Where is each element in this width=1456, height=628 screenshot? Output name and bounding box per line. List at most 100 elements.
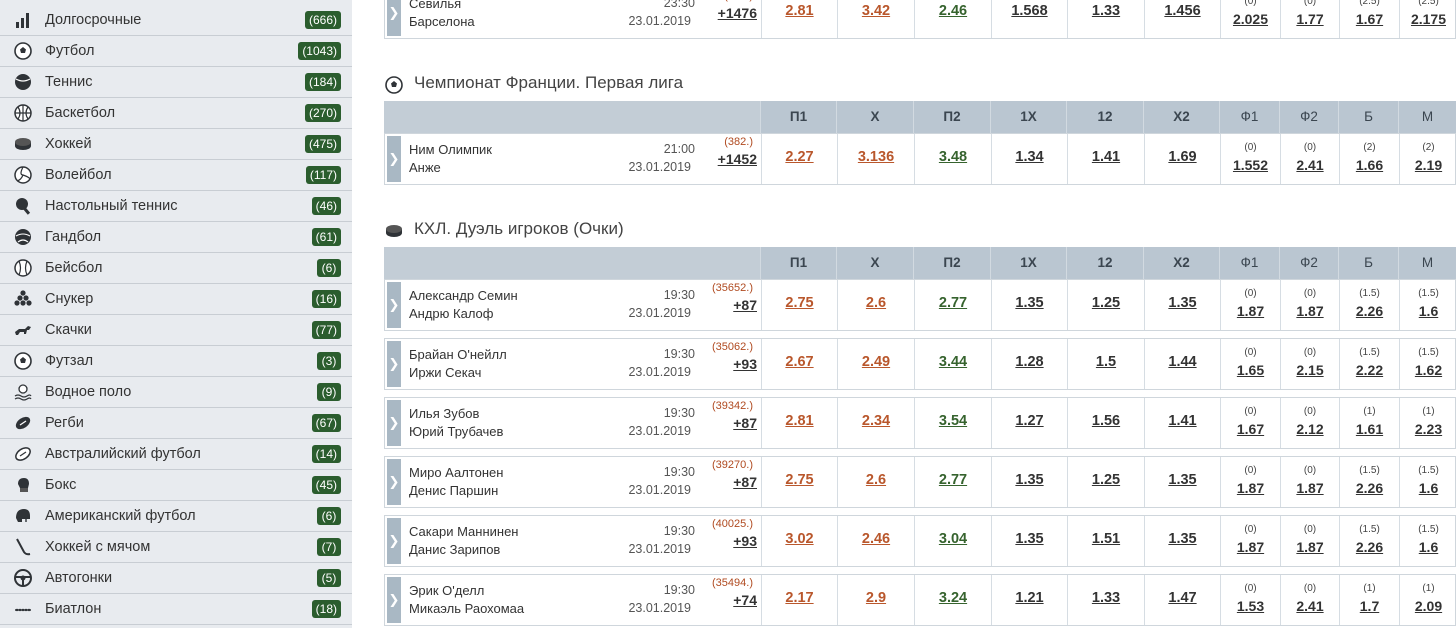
odd-cell-Х2[interactable]: 1.44 — [1144, 339, 1220, 389]
odd-value[interactable]: 2.175 — [1400, 11, 1456, 27]
sidebar-item-boxing-glove[interactable]: Бокс (45) — [0, 470, 352, 501]
odd-cell-12[interactable]: 1.5 — [1067, 339, 1144, 389]
odd-value[interactable]: 3.24 — [915, 590, 991, 606]
odd-cell-Х2[interactable]: 1.41 — [1144, 398, 1220, 448]
odd-value[interactable]: 1.41 — [1068, 149, 1144, 165]
odd-cell-П1[interactable]: 2.27 — [761, 134, 837, 184]
odd-value[interactable]: 2.26 — [1340, 303, 1399, 319]
odd-cell-12[interactable]: 1.51 — [1067, 516, 1144, 566]
odd-cell-Ф1[interactable]: (0) 1.87 — [1220, 457, 1280, 507]
odd-cell-Х[interactable]: 3.42 — [837, 0, 914, 38]
sidebar-item-biathlon[interactable]: Биатлон (18) — [0, 594, 352, 625]
odd-cell-1Х[interactable]: 1.34 — [991, 134, 1067, 184]
odd-cell-М[interactable]: (1.5) 1.62 — [1399, 339, 1456, 389]
team-away-name[interactable]: Андрю Калоф — [409, 306, 494, 321]
odd-value[interactable]: 2.22 — [1340, 362, 1399, 378]
sidebar-item-basketball[interactable]: Баскетбол (270) — [0, 98, 352, 129]
odd-cell-П2[interactable]: 2.77 — [914, 280, 991, 330]
odd-value[interactable]: 1.87 — [1281, 303, 1339, 319]
odd-value[interactable]: 2.26 — [1340, 480, 1399, 496]
league-title[interactable]: Чемпионат Франции. Первая лига — [414, 73, 683, 93]
odd-cell-Х2[interactable]: 1.69 — [1144, 134, 1220, 184]
odd-value[interactable]: 1.44 — [1145, 354, 1220, 370]
odd-cell-Ф2[interactable]: (0) 2.41 — [1280, 134, 1339, 184]
odd-cell-Ф2[interactable]: (0) 1.77 — [1280, 0, 1339, 38]
odd-cell-Х[interactable]: 2.6 — [837, 280, 914, 330]
team-home-name[interactable]: Илья Зубов — [409, 406, 479, 421]
odd-value[interactable]: 2.81 — [762, 3, 837, 19]
odd-cell-П2[interactable]: 3.24 — [914, 575, 991, 625]
odd-cell-М[interactable]: (1.5) 1.6 — [1399, 516, 1456, 566]
odd-value[interactable]: 2.025 — [1221, 11, 1280, 27]
odd-cell-П1[interactable]: 3.02 — [761, 516, 837, 566]
odd-cell-Ф1[interactable]: (0) 1.65 — [1220, 339, 1280, 389]
odd-cell-Х2[interactable]: 1.35 — [1144, 280, 1220, 330]
team-home-name[interactable]: Брайан О'нейлл — [409, 347, 507, 362]
odd-value[interactable]: 1.51 — [1068, 531, 1144, 547]
odd-cell-Ф1[interactable]: (0) 1.87 — [1220, 516, 1280, 566]
sidebar-item-aussie-football[interactable]: Австралийский футбол (14) — [0, 439, 352, 470]
odd-value[interactable]: 2.6 — [838, 472, 914, 488]
sidebar-item-horse-racing[interactable]: Скачки (77) — [0, 315, 352, 346]
odd-cell-Ф2[interactable]: (0) 1.87 — [1280, 457, 1339, 507]
expand-row-chevron-icon[interactable]: ❯ — [387, 400, 401, 446]
odd-cell-М[interactable]: (1.5) 1.6 — [1399, 280, 1456, 330]
odd-value[interactable]: 2.81 — [762, 413, 837, 429]
odd-value[interactable]: 1.7 — [1340, 598, 1399, 614]
odd-cell-Ф2[interactable]: (0) 2.15 — [1280, 339, 1339, 389]
odd-value[interactable]: 2.9 — [838, 590, 914, 606]
odd-value[interactable]: 2.77 — [915, 472, 991, 488]
odd-value[interactable]: 1.56 — [1068, 413, 1144, 429]
odd-value[interactable]: 1.456 — [1145, 3, 1220, 19]
more-markets-link[interactable]: +87 — [733, 415, 757, 431]
more-markets-link[interactable]: +1452 — [718, 151, 757, 167]
odd-value[interactable]: 1.66 — [1340, 157, 1399, 173]
odd-value[interactable]: 1.69 — [1145, 149, 1220, 165]
odd-cell-Х2[interactable]: 1.35 — [1144, 457, 1220, 507]
odd-value[interactable]: 1.6 — [1400, 303, 1456, 319]
odd-value[interactable]: 1.25 — [1068, 472, 1144, 488]
odd-cell-Х2[interactable]: 1.456 — [1144, 0, 1220, 38]
odd-value[interactable]: 1.33 — [1068, 590, 1144, 606]
odd-value[interactable]: 2.23 — [1400, 421, 1456, 437]
odd-cell-Б[interactable]: (1.5) 2.26 — [1339, 516, 1399, 566]
more-markets-link[interactable]: +1476 — [718, 5, 757, 21]
sidebar-item-steering-wheel[interactable]: Автогонки (5) — [0, 563, 352, 594]
expand-row-chevron-icon[interactable]: ❯ — [387, 0, 401, 36]
odd-value[interactable]: 1.53 — [1221, 598, 1280, 614]
odd-cell-П2[interactable]: 3.44 — [914, 339, 991, 389]
odd-cell-П1[interactable]: 2.81 — [761, 398, 837, 448]
more-markets-link[interactable]: +74 — [733, 592, 757, 608]
odd-cell-Б[interactable]: (1) 1.61 — [1339, 398, 1399, 448]
odd-cell-1Х[interactable]: 1.28 — [991, 339, 1067, 389]
odd-cell-1Х[interactable]: 1.35 — [991, 280, 1067, 330]
odd-value[interactable]: 2.34 — [838, 413, 914, 429]
odd-value[interactable]: 1.35 — [992, 531, 1067, 547]
odd-cell-П1[interactable]: 2.67 — [761, 339, 837, 389]
expand-row-chevron-icon[interactable]: ❯ — [387, 577, 401, 623]
odd-cell-П2[interactable]: 3.54 — [914, 398, 991, 448]
odd-value[interactable]: 3.04 — [915, 531, 991, 547]
odd-cell-М[interactable]: (1) 2.09 — [1399, 575, 1456, 625]
odd-value[interactable]: 1.62 — [1400, 362, 1456, 378]
expand-row-chevron-icon[interactable]: ❯ — [387, 341, 401, 387]
odd-cell-1Х[interactable]: 1.35 — [991, 516, 1067, 566]
sidebar-item-baseball[interactable]: Бейсбол (6) — [0, 253, 352, 284]
odd-cell-1Х[interactable]: 1.27 — [991, 398, 1067, 448]
odd-value[interactable]: 1.28 — [992, 354, 1067, 370]
sidebar-item-snooker[interactable]: Снукер (16) — [0, 284, 352, 315]
odd-value[interactable]: 1.35 — [1145, 472, 1220, 488]
odd-value[interactable]: 2.6 — [838, 295, 914, 311]
odd-cell-Ф2[interactable]: (0) 1.87 — [1280, 280, 1339, 330]
more-markets-link[interactable]: +93 — [733, 356, 757, 372]
odd-cell-Ф1[interactable]: (0) 1.87 — [1220, 280, 1280, 330]
odd-value[interactable]: 3.02 — [762, 531, 837, 547]
odd-value[interactable]: 2.75 — [762, 295, 837, 311]
odd-cell-Б[interactable]: (2) 1.66 — [1339, 134, 1399, 184]
team-home-name[interactable]: Сакари Маннинен — [409, 524, 518, 539]
odd-cell-Х[interactable]: 2.46 — [837, 516, 914, 566]
odd-cell-Б[interactable]: (1) 1.7 — [1339, 575, 1399, 625]
odd-cell-Х[interactable]: 2.6 — [837, 457, 914, 507]
odd-value[interactable]: 2.12 — [1281, 421, 1339, 437]
team-away-name[interactable]: Анже — [409, 160, 441, 175]
